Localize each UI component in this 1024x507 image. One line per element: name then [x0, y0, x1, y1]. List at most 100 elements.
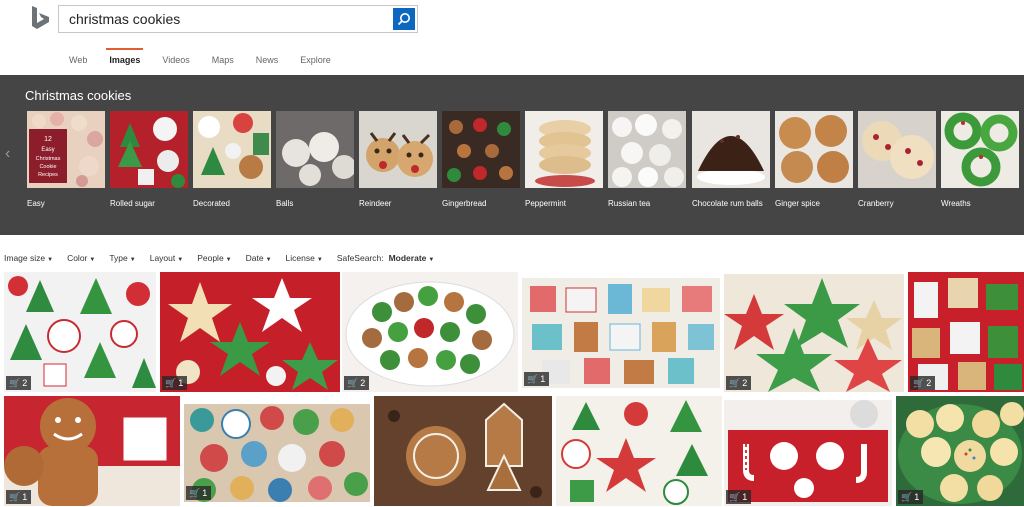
result-count-badge: 🛒 1 [524, 372, 550, 386]
related-item-label: Gingerbread [442, 199, 487, 208]
image-result[interactable]: 🛒 2 [724, 274, 904, 392]
cart-icon: 🛒 [913, 377, 925, 388]
related-item-reindeer[interactable]: Reindeer [359, 111, 437, 209]
svg-text:Recipes: Recipes [38, 172, 58, 178]
tab-videos[interactable]: Videos [151, 48, 200, 74]
filter-layout[interactable]: Layout ▼ [150, 253, 183, 263]
cart-icon: 🛒 [165, 377, 177, 388]
related-item-cranberry[interactable]: Cranberry [858, 111, 936, 209]
related-item-label: Easy [27, 199, 45, 208]
image-result[interactable]: 🛒 1 [160, 272, 340, 392]
result-count: 1 [22, 492, 28, 502]
related-thumb [442, 111, 520, 188]
result-image [908, 272, 1024, 392]
image-result[interactable]: 🛒 2 [4, 272, 156, 392]
safesearch-label: SafeSearch: [336, 253, 384, 263]
image-result[interactable]: 🛒 2 [342, 272, 518, 392]
result-image [724, 274, 904, 392]
related-item-russian-tea[interactable]: Russian tea [608, 111, 686, 209]
related-item-chocolate-rum-balls[interactable]: Chocolate rum balls [692, 111, 770, 209]
tab-maps[interactable]: Maps [201, 48, 245, 74]
chevron-down-icon: ▼ [225, 257, 232, 263]
result-count: 1 [202, 488, 208, 498]
related-item-label: Chocolate rum balls [692, 199, 763, 208]
related-item-gingerbread[interactable]: Gingerbread [442, 111, 520, 209]
related-thumb [775, 111, 853, 188]
result-count-badge: 🛒 1 [726, 490, 752, 504]
image-result[interactable]: 🛒 1 [724, 400, 892, 506]
related-item-rolled-sugar[interactable]: Rolled sugar [110, 111, 188, 209]
related-item-peppermint[interactable]: Peppermint [525, 111, 603, 209]
chevron-down-icon: ▼ [428, 257, 435, 263]
filter-license[interactable]: License ▼ [286, 253, 323, 263]
bing-logo[interactable] [30, 6, 52, 30]
related-item-easy[interactable]: 12 Easy Christmas Cookie Recipes Easy [27, 111, 105, 209]
tab-explore[interactable]: Explore [289, 48, 342, 74]
related-item-label: Decorated [193, 199, 230, 208]
safesearch-value: Moderate [388, 253, 427, 263]
filter-type[interactable]: Type ▼ [109, 253, 135, 263]
result-image [160, 272, 340, 392]
image-result[interactable] [374, 396, 552, 506]
related-item-label: Reindeer [359, 199, 392, 208]
filter-people[interactable]: People ▼ [197, 253, 231, 263]
result-count: 2 [926, 378, 932, 388]
result-image [4, 272, 156, 392]
cart-icon: 🛒 [729, 377, 741, 388]
result-count-badge: 🛒 2 [910, 376, 936, 390]
cart-icon: 🛒 [347, 377, 359, 388]
filter-image-size[interactable]: Image size ▼ [4, 253, 53, 263]
related-thumb [525, 111, 603, 188]
result-count: 2 [22, 378, 28, 388]
result-count-badge: 🛒 1 [6, 490, 32, 504]
related-item-label: Ginger spice [775, 199, 820, 208]
related-item-ginger-spice[interactable]: Ginger spice [775, 111, 853, 209]
cart-icon: 🛒 [527, 373, 539, 384]
related-searches-panel: Christmas cookies ‹ 12 Easy Christmas Co… [0, 75, 1024, 235]
related-item-label: Peppermint [525, 199, 566, 208]
scroll-left-icon[interactable]: ‹ [5, 145, 10, 163]
tab-news[interactable]: News [245, 48, 290, 74]
result-count-badge: 🛒 1 [162, 376, 188, 390]
related-thumb [276, 111, 356, 188]
safesearch-filter[interactable]: SafeSearch: Moderate ▼ [337, 253, 435, 263]
search-button[interactable] [393, 8, 415, 30]
image-result[interactable]: 🛒 1 [522, 278, 720, 388]
search-input[interactable] [69, 9, 389, 29]
image-result[interactable]: 🛒 1 [896, 396, 1024, 506]
related-thumb [692, 111, 770, 188]
result-count: 1 [914, 492, 920, 502]
tab-images[interactable]: Images [98, 48, 151, 74]
filter-bar: Image size ▼ Color ▼ Type ▼ Layout ▼ People ▼… [4, 253, 448, 263]
image-result[interactable]: 🛒 1 [184, 404, 370, 502]
search-box [58, 5, 418, 33]
filter-color[interactable]: Color ▼ [67, 253, 95, 263]
related-item-label: Rolled sugar [110, 199, 155, 208]
image-result[interactable]: 🛒 2 [908, 272, 1024, 392]
filter-label: Color [67, 253, 88, 263]
cart-icon: 🛒 [729, 491, 741, 502]
related-item-decorated[interactable]: Decorated [193, 111, 271, 209]
related-thumb [110, 111, 188, 188]
result-count-badge: 🛒 2 [6, 376, 32, 390]
result-count: 2 [360, 378, 366, 388]
chevron-down-icon: ▼ [89, 257, 96, 263]
image-result[interactable] [556, 396, 722, 506]
result-count-badge: 🛒 1 [898, 490, 924, 504]
result-image [374, 396, 552, 506]
cart-icon: 🛒 [9, 377, 21, 388]
filter-label: People [197, 253, 224, 263]
chevron-down-icon: ▼ [265, 257, 272, 263]
related-item-balls[interactable]: Balls [276, 111, 356, 209]
image-result[interactable]: 🛒 1 [4, 396, 180, 506]
cart-icon: 🛒 [9, 491, 21, 502]
tab-web[interactable]: Web [58, 48, 98, 74]
cart-icon: 🛒 [901, 491, 913, 502]
related-thumb [858, 111, 936, 188]
filter-date[interactable]: Date ▼ [246, 253, 272, 263]
vertical-tabs: Web Images Videos Maps News Explore [58, 48, 342, 74]
related-item-wreaths[interactable]: Wreaths [941, 111, 1019, 209]
result-count: 1 [540, 374, 546, 384]
filter-label: Date [245, 253, 264, 263]
result-count: 2 [742, 378, 748, 388]
